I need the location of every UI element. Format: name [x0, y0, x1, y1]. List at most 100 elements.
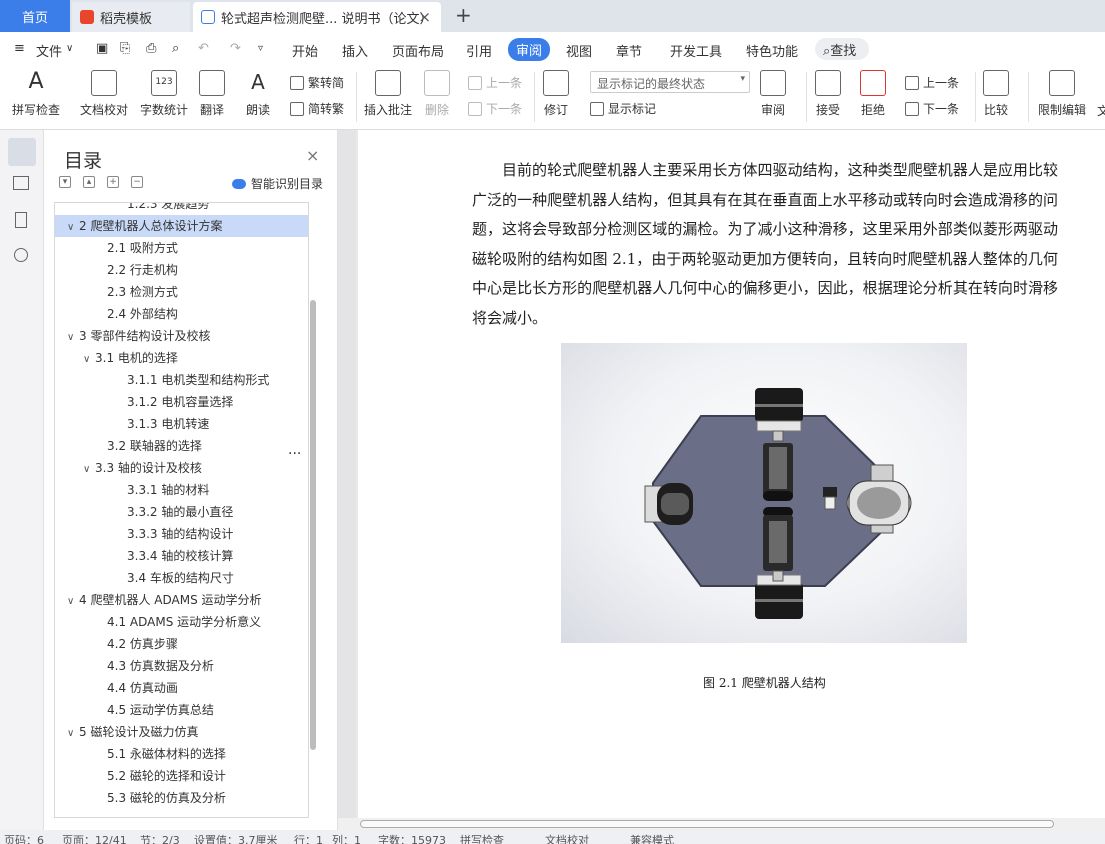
toc-item[interactable]: 2.4 外部结构 [55, 303, 308, 325]
redo-icon[interactable]: ↷ [230, 41, 241, 56]
scroll-thumb[interactable] [360, 820, 1054, 828]
chevron-down-icon[interactable]: ∨ [67, 217, 79, 239]
toc-item[interactable]: 1.2.3 发展趋势 [55, 203, 308, 215]
toc-item[interactable]: ∨ 4 爬壁机器人 ADAMS 运动学分析 [55, 589, 308, 611]
more-options-icon[interactable]: ... [288, 442, 301, 458]
s2t-button[interactable]: 简转繁 [290, 100, 344, 117]
quick-access-dropdown-icon[interactable]: ▿ [258, 43, 263, 54]
status-words[interactable]: 字数：15973 [378, 832, 446, 844]
menu-file[interactable]: 文件 [36, 41, 62, 60]
toc-item[interactable]: ∨ 2 爬壁机器人总体设计方案 [55, 215, 308, 237]
prev-comment-button[interactable]: 上一条 [468, 74, 522, 91]
collapse-all-icon[interactable]: ▾ [59, 176, 71, 188]
chapter-nav-icon[interactable] [13, 176, 29, 190]
undo-icon[interactable]: ↶ [198, 41, 209, 56]
reject-button[interactable]: 拒绝 [860, 70, 886, 118]
horizontal-scrollbar[interactable] [338, 818, 1105, 830]
t2s-button[interactable]: 繁转简 [290, 74, 344, 91]
status-spell[interactable]: 拼写检查 [460, 832, 504, 844]
word-count-button[interactable]: 123 字数统计 [140, 70, 188, 118]
spell-check-button[interactable]: A 拼写检查 [12, 70, 60, 118]
body-paragraph[interactable]: 目前的轮式爬壁机器人主要采用长方体四驱动结构，这种类型爬壁机器人是应用比较广泛的… [472, 156, 1058, 333]
menu-features[interactable]: 特色功能 [746, 41, 798, 60]
toc-item[interactable]: 3.1.2 电机容量选择 [55, 391, 308, 413]
tab-document[interactable]: 轮式超声检测爬壁... 说明书（论文） × [193, 2, 441, 32]
menu-layout[interactable]: 页面布局 [392, 41, 444, 60]
print-icon[interactable]: ⎙ [146, 41, 156, 56]
accept-button[interactable]: 接受 [815, 70, 841, 118]
search-icon[interactable] [14, 248, 28, 262]
chevron-down-icon[interactable]: ∨ [67, 327, 79, 349]
export-icon[interactable]: ⎘ [120, 41, 130, 56]
menu-chapter[interactable]: 章节 [616, 41, 642, 60]
status-proof[interactable]: 文档校对 [545, 832, 589, 844]
add-heading-icon[interactable]: + [107, 176, 119, 188]
toc-item[interactable]: 4.3 仿真数据及分析 [55, 655, 308, 677]
toc-item[interactable]: 5.1 永磁体材料的选择 [55, 743, 308, 765]
toc-item[interactable]: ∨ 3.3 轴的设计及校核 [55, 457, 308, 479]
translate-button[interactable]: 翻译 [199, 70, 225, 118]
toc-item[interactable]: 2.1 吸附方式 [55, 237, 308, 259]
next-comment-button[interactable]: 下一条 [468, 100, 522, 117]
toc-item[interactable]: 3.1.1 电机类型和结构形式 [55, 369, 308, 391]
chevron-down-icon[interactable]: ∨ [66, 43, 73, 54]
search-command[interactable]: ⌕查找 [815, 38, 869, 60]
menu-view[interactable]: 视图 [566, 41, 592, 60]
toc-item[interactable]: 2.2 行走机构 [55, 259, 308, 281]
toc-item[interactable]: 3.1.3 电机转速 [55, 413, 308, 435]
menu-home[interactable]: 开始 [292, 41, 318, 60]
toc-item[interactable]: ∨ 5 磁轮设计及磁力仿真 [55, 721, 308, 743]
read-aloud-button[interactable]: A 朗读 [245, 70, 271, 118]
chevron-down-icon[interactable]: ∨ [83, 459, 95, 481]
close-icon[interactable]: × [306, 146, 319, 165]
preview-icon[interactable]: ⌕ [172, 41, 179, 56]
menu-review[interactable]: 审阅 [508, 38, 551, 61]
track-changes-button[interactable]: 修订 [543, 70, 569, 118]
compare-button[interactable]: 比较 [983, 70, 1009, 118]
restrict-editing-button[interactable]: 限制编辑 [1038, 70, 1086, 118]
chevron-down-icon[interactable]: ∨ [83, 349, 95, 371]
toc-item[interactable]: ∨ 3.1 电机的选择 [55, 347, 308, 369]
toc-item[interactable]: 4.4 仿真动画 [55, 677, 308, 699]
markup-state-select[interactable]: 显示标记的最终状态 ▾ [590, 71, 750, 93]
remove-heading-icon[interactable]: − [131, 176, 143, 188]
chevron-down-icon[interactable]: ∨ [67, 591, 79, 613]
toc-scrollbar[interactable] [310, 300, 316, 750]
menu-references[interactable]: 引用 [466, 41, 492, 60]
prev-change-button[interactable]: 上一条 [905, 74, 959, 91]
bookmark-icon[interactable] [15, 212, 27, 228]
toc-item[interactable]: 3.3.1 轴的材料 [55, 479, 308, 501]
toc-item[interactable]: 3.4 车板的结构尺寸 [55, 567, 308, 589]
insert-comment-button[interactable]: 插入批注 [364, 70, 412, 118]
menu-developer[interactable]: 开发工具 [670, 41, 722, 60]
proofread-button[interactable]: 文档校对 [80, 70, 128, 118]
smart-toc-button[interactable]: 智能识别目录 [232, 175, 323, 192]
tab-home[interactable]: 首页 [0, 0, 70, 32]
toc-item[interactable]: 4.5 运动学仿真总结 [55, 699, 308, 721]
toc-item[interactable]: 2.3 检测方式 [55, 281, 308, 303]
toc-item[interactable]: 5.3 磁轮的仿真及分析 [55, 787, 308, 809]
toc-item[interactable]: 4.1 ADAMS 运动学分析意义 [55, 611, 308, 633]
review-pane-button[interactable]: 审阅 [760, 70, 786, 118]
toc-item[interactable]: 3.3.3 轴的结构设计 [55, 523, 308, 545]
expand-level-icon[interactable]: ▴ [83, 176, 95, 188]
toc-panel-icon[interactable] [8, 138, 36, 166]
save-icon[interactable]: ▣ [96, 41, 108, 56]
toc-item[interactable]: ∨ 3 零部件结构设计及校核 [55, 325, 308, 347]
toc-item[interactable]: 3.3.2 轴的最小直径 [55, 501, 308, 523]
tab-docer-templates[interactable]: 稻壳模板 [72, 2, 190, 32]
delete-comment-button[interactable]: 删除 [424, 70, 450, 118]
chevron-down-icon[interactable]: ∨ [67, 723, 79, 745]
menu-insert[interactable]: 插入 [342, 41, 368, 60]
toc-item[interactable]: 3.2 联轴器的选择 [55, 435, 308, 457]
show-markup-button[interactable]: 显示标记 [590, 100, 656, 117]
next-change-button[interactable]: 下一条 [905, 100, 959, 117]
toc-item[interactable]: 5.2 磁轮的选择和设计 [55, 765, 308, 787]
close-tab-icon[interactable]: × [418, 8, 431, 26]
new-tab-icon[interactable]: + [455, 3, 472, 27]
more-ribbon[interactable]: 文 [1097, 102, 1105, 119]
toc-item[interactable]: 4.2 仿真步骤 [55, 633, 308, 655]
toc-item[interactable]: 3.3.4 轴的校核计算 [55, 545, 308, 567]
document-page[interactable]: 目前的轮式爬壁机器人主要采用长方体四驱动结构，这种类型爬壁机器人是应用比较广泛的… [358, 130, 1105, 818]
hamburger-icon[interactable]: ≡ [14, 41, 25, 56]
